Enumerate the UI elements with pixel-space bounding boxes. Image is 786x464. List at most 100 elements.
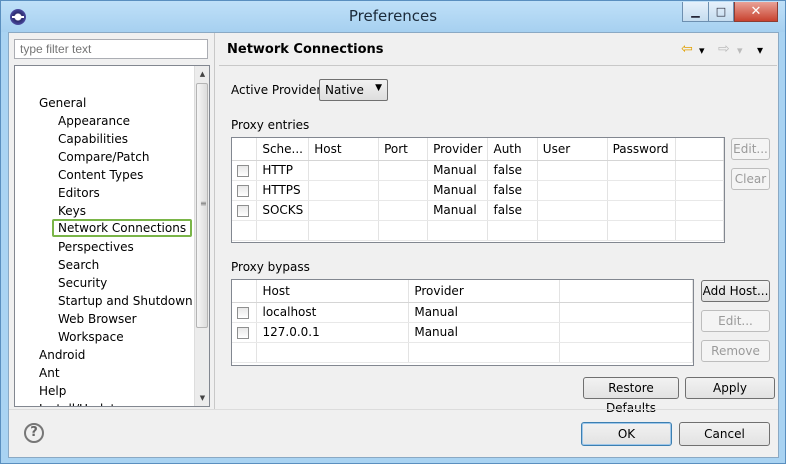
tree-item[interactable]: Compare/Patch — [58, 148, 149, 166]
help-icon[interactable]: ? — [24, 423, 44, 443]
checkbox-column-header — [232, 280, 258, 303]
grip-icon: ≡ — [200, 199, 207, 208]
row-checkbox[interactable] — [232, 200, 258, 221]
active-provider-value: Native — [325, 83, 364, 97]
tree-item[interactable]: Keys — [58, 202, 86, 220]
column-header[interactable]: Host — [308, 138, 380, 161]
column-header[interactable]: Provider — [408, 280, 561, 303]
active-provider-select[interactable]: Native ▼ — [319, 79, 388, 101]
window-title: Preferences — [348, 7, 438, 25]
row-checkbox[interactable] — [232, 322, 258, 343]
proxy-bypass-table[interactable]: Host Provider localhost Manual 127.0.0.1 Ma… — [231, 279, 694, 366]
tree-item[interactable]: Startup and Shutdown — [58, 292, 193, 310]
panel-splitter[interactable] — [214, 33, 215, 409]
back-arrow-icon[interactable]: ⇦ — [681, 41, 693, 57]
column-header[interactable]: Sche... — [256, 138, 310, 161]
view-menu-icon[interactable]: ▾ — [757, 43, 763, 57]
table-cell — [308, 160, 380, 181]
filler-column-header — [559, 280, 693, 303]
bypass-edit-button[interactable]: Edit... — [701, 310, 770, 332]
tree-item[interactable]: Network Connections — [52, 219, 193, 237]
filter-input[interactable] — [14, 39, 208, 59]
forward-menu-icon[interactable]: ▾ — [737, 44, 743, 57]
tree-item[interactable]: Workspace — [58, 328, 124, 346]
title-bar[interactable]: Preferences ▁ □ ✕ — [1, 1, 785, 32]
proxy-clear-button[interactable]: Clear — [731, 168, 770, 190]
table-cell — [308, 200, 380, 221]
table-cell: Manual — [427, 160, 489, 181]
maximize-button[interactable]: □ — [708, 2, 734, 22]
restore-defaults-button[interactable]: Restore Defaults — [583, 377, 679, 415]
filler-cell — [675, 200, 724, 221]
scroll-up-icon[interactable]: ▲ — [195, 66, 209, 82]
tree-item[interactable]: Web Browser — [58, 310, 137, 328]
checkbox[interactable] — [237, 184, 249, 197]
tree-item[interactable]: General — [39, 94, 86, 112]
table-cell: localhost — [256, 302, 410, 323]
row-checkbox[interactable] — [232, 302, 258, 323]
checkbox[interactable] — [237, 204, 249, 217]
table-row[interactable]: 127.0.0.1 Manual — [232, 322, 693, 343]
column-header[interactable]: Host — [256, 280, 410, 303]
scroll-down-icon[interactable]: ▼ — [195, 390, 209, 406]
row-checkbox[interactable] — [232, 160, 258, 181]
apply-button[interactable]: Apply — [685, 377, 775, 399]
checkbox[interactable] — [237, 326, 249, 339]
column-header[interactable]: Provider — [427, 138, 489, 161]
empty-row — [232, 342, 693, 363]
table-cell: HTTP — [256, 160, 310, 181]
table-cell: Manual — [427, 180, 489, 201]
tree-item[interactable]: Android — [39, 346, 85, 364]
checkbox[interactable] — [237, 306, 249, 319]
dialog-body: GeneralAppearanceCapabilitiesCompare/Pat… — [8, 32, 779, 458]
table-cell — [308, 180, 380, 201]
tree-item[interactable]: Appearance — [58, 112, 130, 130]
row-checkbox[interactable] — [232, 180, 258, 201]
checkbox[interactable] — [237, 164, 249, 177]
tree-item[interactable]: Security — [58, 274, 107, 292]
tree-item[interactable]: Perspectives — [58, 238, 134, 256]
table-header: Sche... Host Port Provider Auth User Pas… — [232, 138, 724, 161]
table-cell — [378, 160, 429, 181]
back-menu-icon[interactable]: ▾ — [699, 44, 705, 57]
tree-item[interactable]: Install/Update — [39, 400, 123, 406]
footer-divider — [9, 409, 778, 410]
tree-item[interactable]: Capabilities — [58, 130, 128, 148]
bypass-remove-button[interactable]: Remove — [701, 340, 770, 362]
tree-scrollbar[interactable]: ▲ ≡ ▼ — [194, 66, 209, 406]
minimize-button[interactable]: ▁ — [682, 2, 709, 22]
column-header[interactable]: Password — [607, 138, 676, 161]
close-button[interactable]: ✕ — [734, 2, 778, 22]
tree-item[interactable]: Ant — [39, 364, 60, 382]
table-cell — [607, 200, 676, 221]
forward-arrow-icon[interactable]: ⇨ — [718, 41, 730, 57]
filler-cell — [559, 322, 693, 343]
tree-item[interactable]: Editors — [58, 184, 100, 202]
active-provider-label: Active Provider: — [231, 83, 326, 97]
checkbox-column-header — [232, 138, 258, 161]
tree-item[interactable]: Search — [58, 256, 99, 274]
table-row[interactable]: SOCKS Manual false — [232, 200, 724, 221]
add-host-button[interactable]: Add Host... — [701, 280, 770, 302]
cancel-button[interactable]: Cancel — [679, 422, 770, 446]
table-cell — [537, 180, 608, 201]
table-row[interactable]: HTTPS Manual false — [232, 180, 724, 201]
tree-item[interactable]: Help — [39, 382, 66, 400]
ok-button[interactable]: OK — [581, 422, 672, 446]
table-row[interactable]: localhost Manual — [232, 302, 693, 323]
table-row[interactable]: HTTP Manual false — [232, 160, 724, 181]
column-header[interactable]: Port — [378, 138, 429, 161]
tree-item[interactable]: Content Types — [58, 166, 143, 184]
table-cell: HTTPS — [256, 180, 310, 201]
scrollbar-thumb[interactable]: ≡ — [196, 83, 208, 328]
proxy-edit-button[interactable]: Edit... — [731, 138, 770, 160]
table-cell: Manual — [408, 302, 561, 323]
header-divider — [219, 65, 777, 66]
column-header[interactable]: Auth — [487, 138, 538, 161]
table-cell: false — [487, 180, 538, 201]
filler-cell — [559, 302, 693, 323]
column-header[interactable]: User — [537, 138, 608, 161]
table-cell — [537, 200, 608, 221]
table-cell — [607, 160, 676, 181]
proxy-entries-table[interactable]: Sche... Host Port Provider Auth User Pas… — [231, 137, 725, 243]
